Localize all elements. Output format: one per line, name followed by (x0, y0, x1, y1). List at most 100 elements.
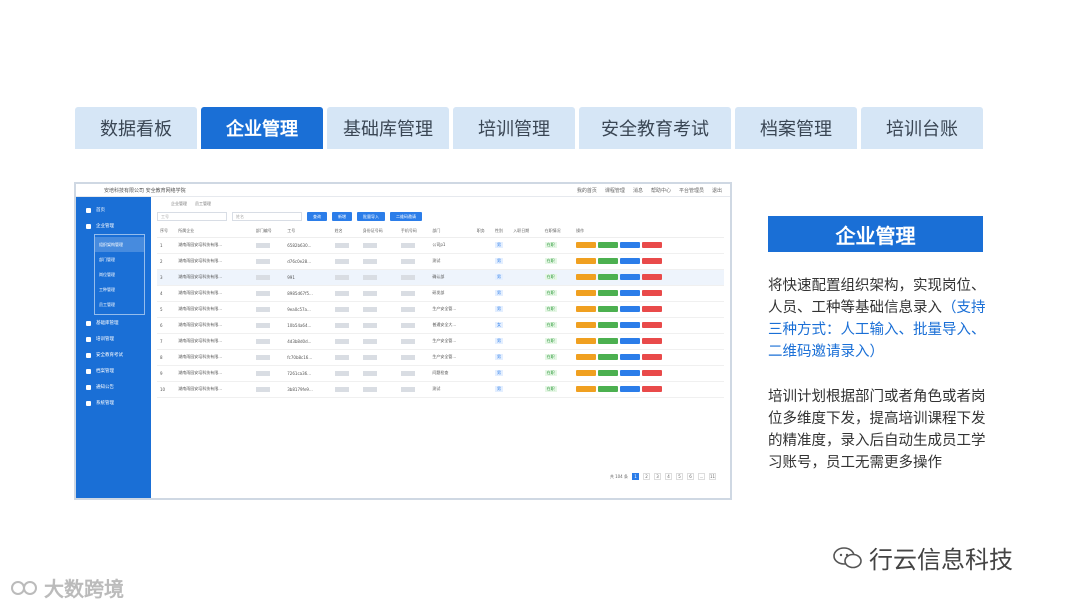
row-action-button[interactable] (642, 306, 663, 312)
sidebar-item-archive[interactable]: 档案管理 (76, 363, 151, 379)
redacted-value (334, 258, 349, 264)
row-action-button[interactable] (576, 338, 597, 344)
row-action-button[interactable] (642, 370, 663, 376)
sidebar-item-system[interactable]: 系统管理 (76, 395, 151, 411)
row-action-button[interactable] (620, 386, 641, 392)
top-nav-messages[interactable]: 消息 (633, 187, 643, 194)
table-row[interactable]: 4 湖南雨园安培科技有限... 8985d67f5... 研发部 男 在职 (157, 285, 724, 302)
row-action-button[interactable] (620, 290, 641, 296)
sidebar-item-base[interactable]: 基础库管理 (76, 315, 151, 331)
page-button[interactable]: 6 (687, 473, 694, 480)
row-action-button[interactable] (642, 322, 663, 328)
table-row[interactable]: 6 湖南雨园安培科技有限... 10b54a64... 普通安全大... 女 在职 (157, 317, 724, 334)
megaphone-icon (86, 384, 91, 390)
row-action-button[interactable] (620, 242, 641, 248)
row-action-button[interactable] (598, 290, 619, 296)
table-row[interactable]: 2 湖南雨园安培科技有限... d76c0e28... 测试 男 在职 (157, 253, 724, 270)
name-input[interactable]: 姓名 (232, 211, 302, 221)
logo-icon (11, 580, 37, 595)
breadcrumb-item[interactable]: 企业管理 (171, 201, 187, 207)
page-button[interactable]: 1 (632, 473, 639, 480)
tab-archives[interactable]: 档案管理 (735, 107, 857, 149)
sidebar-item-notice[interactable]: 通知公告 (76, 379, 151, 395)
row-action-button[interactable] (620, 306, 641, 312)
row-action-button[interactable] (642, 386, 663, 392)
row-action-button[interactable] (642, 338, 663, 344)
table-cell: d76c0e28... (284, 253, 332, 270)
table-row[interactable]: 3 湖南雨园安培科技有限... 991 确认部 男 在职 (157, 269, 724, 286)
qr-invite-button[interactable]: 二维码邀请 (390, 211, 422, 221)
sidebar-item-training[interactable]: 培训管理 (76, 331, 151, 347)
breadcrumb-item[interactable]: 员工管理 (195, 201, 211, 207)
column-header: 工号 (284, 225, 332, 238)
row-action-button[interactable] (620, 370, 641, 376)
search-button[interactable]: 查询 (307, 211, 327, 221)
tab-enterprise[interactable]: 企业管理 (201, 107, 323, 149)
row-action-button[interactable] (598, 274, 619, 280)
sidebar-sub-worktype[interactable]: 工种管理 (95, 282, 144, 297)
top-nav-logout[interactable]: 退出 (712, 187, 722, 194)
row-action-button[interactable] (642, 258, 663, 264)
watermark-text: 行云信息科技 (869, 546, 1013, 574)
job-number-input[interactable]: 工号 (157, 211, 227, 221)
table-row[interactable]: 10 湖南雨园安培科技有限... 3b8179fe9... 测试 男 在职 (157, 381, 724, 398)
top-nav-user[interactable]: 平台管理员 (679, 187, 704, 194)
row-action-button[interactable] (620, 354, 641, 360)
row-action-button[interactable] (620, 274, 641, 280)
tab-data-board[interactable]: 数据看板 (75, 107, 197, 149)
sidebar-sub-staff[interactable]: 员工管理 (95, 297, 144, 312)
row-action-button[interactable] (642, 290, 663, 296)
page-button[interactable]: 3 (654, 473, 661, 480)
tab-base-library[interactable]: 基础库管理 (327, 107, 449, 149)
sidebar-item-enterprise[interactable]: 企业管理 (76, 218, 151, 234)
table-row[interactable]: 9 湖南雨园安培科技有限... 7261ca36... 问题检查 男 在职 (157, 365, 724, 382)
sidebar-item-exam[interactable]: 安全教育考试 (76, 347, 151, 363)
row-action-button[interactable] (642, 242, 663, 248)
page-button[interactable]: ... (698, 473, 705, 480)
row-action-button[interactable] (642, 354, 663, 360)
row-action-button[interactable] (576, 274, 597, 280)
page-button[interactable]: 5 (676, 473, 683, 480)
row-action-button[interactable] (620, 322, 641, 328)
sidebar-sub-post[interactable]: 岗位管理 (95, 267, 144, 282)
row-action-button[interactable] (598, 242, 619, 248)
sidebar-sub-dept[interactable]: 部门管理 (95, 252, 144, 267)
table-cell: fc70b8c16... (284, 349, 332, 366)
tab-training-ledger[interactable]: 培训台账 (861, 107, 983, 149)
table-row[interactable]: 5 湖南雨园安培科技有限... 9ea0c57a... 生产安全管... 男 在职 (157, 301, 724, 318)
row-action-button[interactable] (598, 354, 619, 360)
top-nav-courses[interactable]: 课程管理 (605, 187, 625, 194)
row-action-button[interactable] (576, 258, 597, 264)
sidebar-label: 通知公告 (96, 385, 114, 390)
row-action-button[interactable] (598, 258, 619, 264)
page-button[interactable]: 2 (643, 473, 650, 480)
sidebar-sub-org[interactable]: 组织架构管理 (95, 237, 144, 252)
add-button[interactable]: 新增 (332, 211, 352, 221)
row-action-button[interactable] (598, 306, 619, 312)
row-action-button[interactable] (620, 258, 641, 264)
row-action-button[interactable] (598, 386, 619, 392)
row-action-button[interactable] (576, 306, 597, 312)
page-button[interactable]: 4 (665, 473, 672, 480)
batch-import-button[interactable]: 批量导入 (357, 211, 385, 221)
sidebar-item-home[interactable]: 首页 (76, 202, 151, 218)
row-action-button[interactable] (576, 386, 597, 392)
table-row[interactable]: 8 湖南雨园安培科技有限... fc70b8c16... 生产安全管... 男 在职 (157, 349, 724, 366)
row-action-button[interactable] (576, 242, 597, 248)
row-action-button[interactable] (576, 370, 597, 376)
page-button[interactable]: 11 (709, 473, 716, 480)
row-action-button[interactable] (642, 274, 663, 280)
row-action-button[interactable] (620, 338, 641, 344)
row-action-button[interactable] (576, 354, 597, 360)
row-action-button[interactable] (598, 338, 619, 344)
table-row[interactable]: 7 湖南雨园安培科技有限... 4d3b8d0d... 生产安全管... 男 在职 (157, 333, 724, 350)
row-action-button[interactable] (598, 370, 619, 376)
row-action-button[interactable] (576, 322, 597, 328)
tab-safety-exam[interactable]: 安全教育考试 (579, 107, 731, 149)
table-row[interactable]: 1 湖南雨园安培科技有限... 6582b630... 公司p1 男 在职 (157, 237, 724, 254)
top-nav-help[interactable]: 帮助中心 (651, 187, 671, 194)
top-nav-home[interactable]: 我的首页 (577, 187, 597, 194)
tab-training[interactable]: 培训管理 (453, 107, 575, 149)
row-action-button[interactable] (576, 290, 597, 296)
row-action-button[interactable] (598, 322, 619, 328)
